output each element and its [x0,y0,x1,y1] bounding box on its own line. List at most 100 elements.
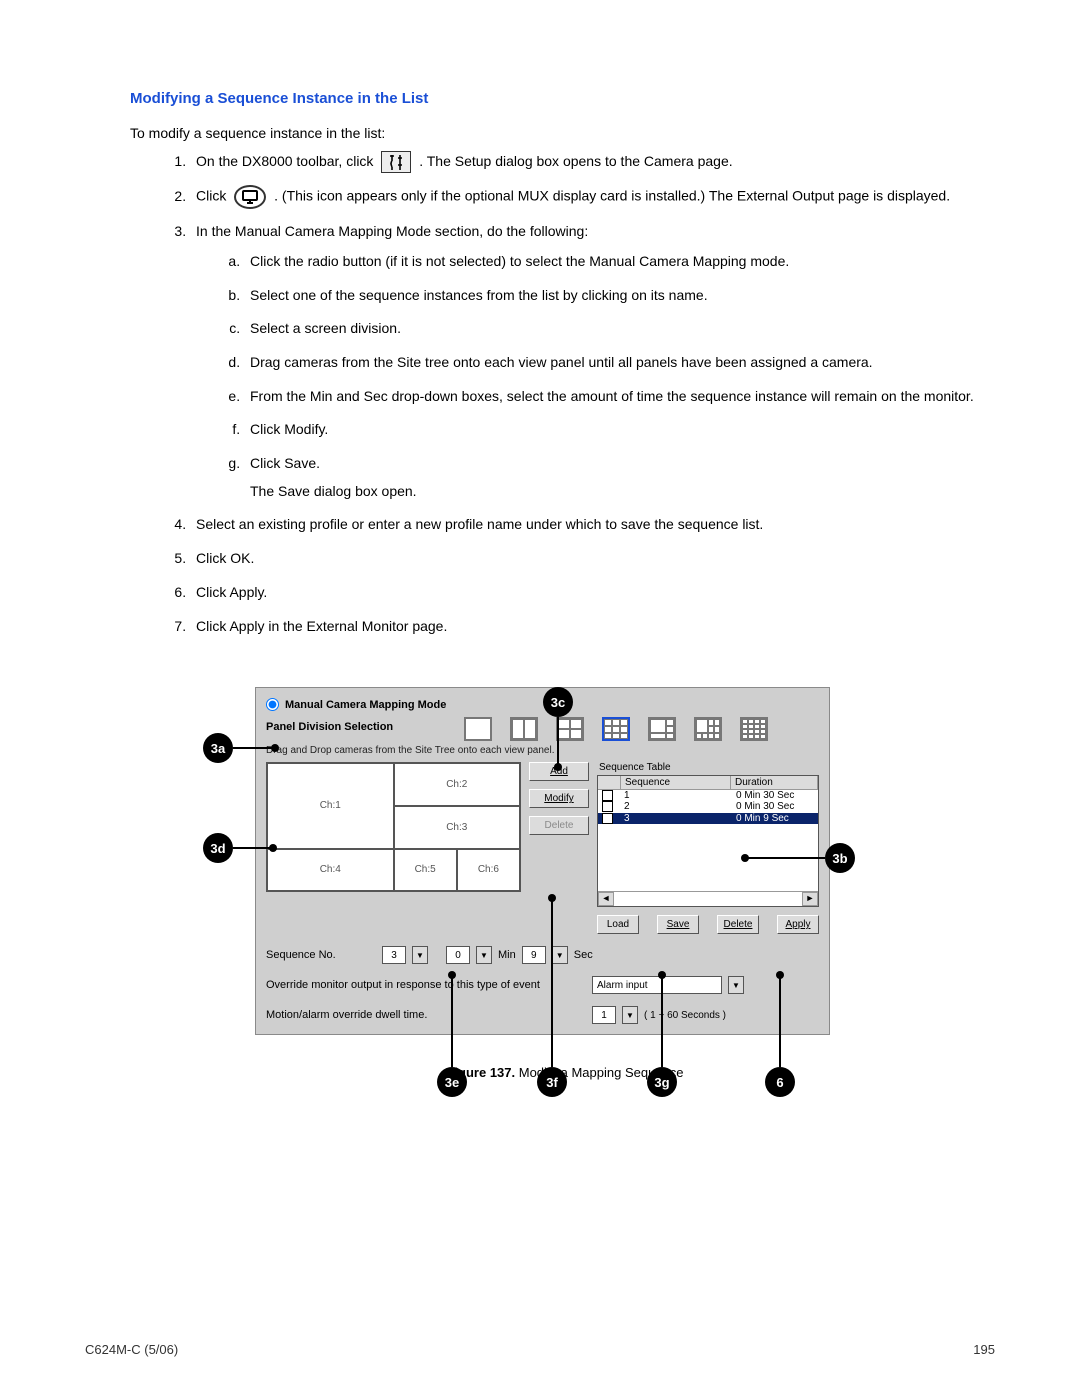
footer-right: 195 [973,1342,995,1357]
page-footer: C624M-C (5/06) 195 [85,1342,995,1357]
division-4x4[interactable] [740,717,768,741]
sequence-buttons: Load Save Delete Apply [597,915,819,934]
manual-mapping-radio[interactable] [266,698,279,711]
monitor-icon [234,185,266,209]
sequence-no-label: Sequence No. [266,949,376,961]
panel-ch4[interactable]: Ch:4 [267,849,394,892]
step-1: On the DX8000 toolbar, click . The Setup… [190,151,1000,173]
col-duration: Duration [731,776,818,789]
callout-3a: 3a [203,733,233,763]
leader-3d [233,847,273,849]
step-3g-extra: The Save dialog box open. [250,481,1000,503]
callout-3e: 3e [437,1067,467,1097]
step-3a: Click the radio button (if it is not sel… [244,251,1000,273]
panel-ch5[interactable]: Ch:5 [394,849,457,892]
step-3e: From the Min and Sec drop-down boxes, se… [244,386,1000,408]
step-2-text-b: . (This icon appears only if the optiona… [274,188,950,204]
division-1x1[interactable] [464,717,492,741]
division-2x1[interactable] [510,717,538,741]
step-7: Click Apply in the External Monitor page… [190,616,1000,638]
panel-ch1[interactable]: Ch:1 [267,763,394,848]
lower-area: Ch:1 Ch:2 Ch:3 Ch:4 Ch:5 Ch:6 Add Modify… [266,762,819,934]
min-input[interactable]: 0 [446,946,470,964]
scroll-left-icon[interactable]: ◄ [598,892,614,906]
delete2-button[interactable]: Delete [717,915,759,934]
leader-6 [779,974,781,1067]
step-1-text-b: . The Setup dialog box opens to the Came… [419,153,732,169]
division-2x2[interactable] [556,717,584,741]
panel-division-label: Panel Division Selection [266,721,456,733]
step-3f: Click Modify. [244,419,1000,441]
sec-dropdown[interactable]: ▼ [552,946,568,964]
intro-text: To modify a sequence instance in the lis… [130,125,1000,141]
sec-input[interactable]: 9 [522,946,546,964]
table-row[interactable]: 10 Min 30 Sec [598,790,818,801]
panel-ch3[interactable]: Ch:3 [394,806,521,849]
substeps-list: Click the radio button (if it is not sel… [196,251,1000,503]
division-3x3[interactable] [602,717,630,741]
leader-3a [233,747,275,749]
footer-left: C624M-C (5/06) [85,1342,178,1357]
panel-ch2[interactable]: Ch:2 [394,763,521,806]
step-3c: Select a screen division. [244,318,1000,340]
sec-label: Sec [574,949,593,961]
apply-button[interactable]: Apply [777,915,819,934]
modify-button[interactable]: Modify [529,789,589,808]
dwell-row: Motion/alarm override dwell time. 1 ▼ ( 1… [266,1006,819,1024]
leader-3c [557,717,559,767]
sequence-no-input[interactable]: 3 [382,946,406,964]
override-row: Override monitor output in response to t… [266,976,819,994]
division-1-7[interactable] [694,717,722,741]
callout-3g: 3g [647,1067,677,1097]
step-3-text: In the Manual Camera Mapping Mode sectio… [196,223,588,239]
division-1-5[interactable] [648,717,676,741]
sequence-area: Sequence Table Sequence Duration 10 Min … [597,762,819,934]
step-1-text-a: On the DX8000 toolbar, click [196,153,377,169]
steps-list: On the DX8000 toolbar, click . The Setup… [130,151,1000,637]
step-5: Click OK. [190,548,1000,570]
callout-6: 6 [765,1067,795,1097]
callout-3d: 3d [203,833,233,863]
sequence-no-dropdown[interactable]: ▼ [412,946,428,964]
dwell-hint: ( 1 ~ 60 Seconds ) [644,1010,726,1021]
table-row-selected[interactable]: 30 Min 9 Sec [598,813,818,824]
setup-tool-icon [381,151,411,173]
horizontal-scrollbar[interactable]: ◄► [598,891,818,906]
sequence-table-header: Sequence Duration [598,776,818,790]
view-panel-grid[interactable]: Ch:1 Ch:2 Ch:3 Ch:4 Ch:5 Ch:6 [266,762,521,892]
step-6: Click Apply. [190,582,1000,604]
sequence-table[interactable]: Sequence Duration 10 Min 30 Sec 20 Min 3… [597,775,819,907]
step-3d: Drag cameras from the Site tree onto eac… [244,352,1000,374]
figure-container: 3c 3a 3d 3b 3e 3f 3g 6 Manual [185,687,945,1080]
callout-3b: 3b [825,843,855,873]
leader-3f [551,897,553,1067]
override-select[interactable]: Alarm input [592,976,722,994]
sequence-table-title: Sequence Table [599,762,819,773]
step-3b: Select one of the sequence instances fro… [244,285,1000,307]
delete-button[interactable]: Delete [529,816,589,835]
override-dropdown[interactable]: ▼ [728,976,744,994]
leader-3b [745,857,825,859]
col-sequence: Sequence [621,776,731,789]
min-dropdown[interactable]: ▼ [476,946,492,964]
dwell-input[interactable]: 1 [592,1006,616,1024]
panel-ch6[interactable]: Ch:6 [457,849,520,892]
dwell-dropdown[interactable]: ▼ [622,1006,638,1024]
manual-mapping-label: Manual Camera Mapping Mode [285,699,446,711]
step-3g: Click Save. The Save dialog box open. [244,453,1000,502]
drag-hint: Drag and Drop cameras from the Site Tree… [266,745,819,756]
step-4: Select an existing profile or enter a ne… [190,514,1000,536]
leader-3g [661,974,663,1067]
leader-3e [451,974,453,1067]
add-modify-delete-column: Add Modify Delete [529,762,589,835]
dwell-label: Motion/alarm override dwell time. [266,1009,586,1021]
load-button[interactable]: Load [597,915,639,934]
sequence-no-row: Sequence No. 3 ▼ 0 ▼ Min 9 ▼ Sec [266,946,819,964]
override-label: Override monitor output in response to t… [266,979,586,991]
table-row[interactable]: 20 Min 30 Sec [598,801,818,812]
section-title: Modifying a Sequence Instance in the Lis… [130,90,1000,107]
min-label: Min [498,949,516,961]
scroll-right-icon[interactable]: ► [802,892,818,906]
save-button[interactable]: Save [657,915,699,934]
division-options [464,717,768,741]
